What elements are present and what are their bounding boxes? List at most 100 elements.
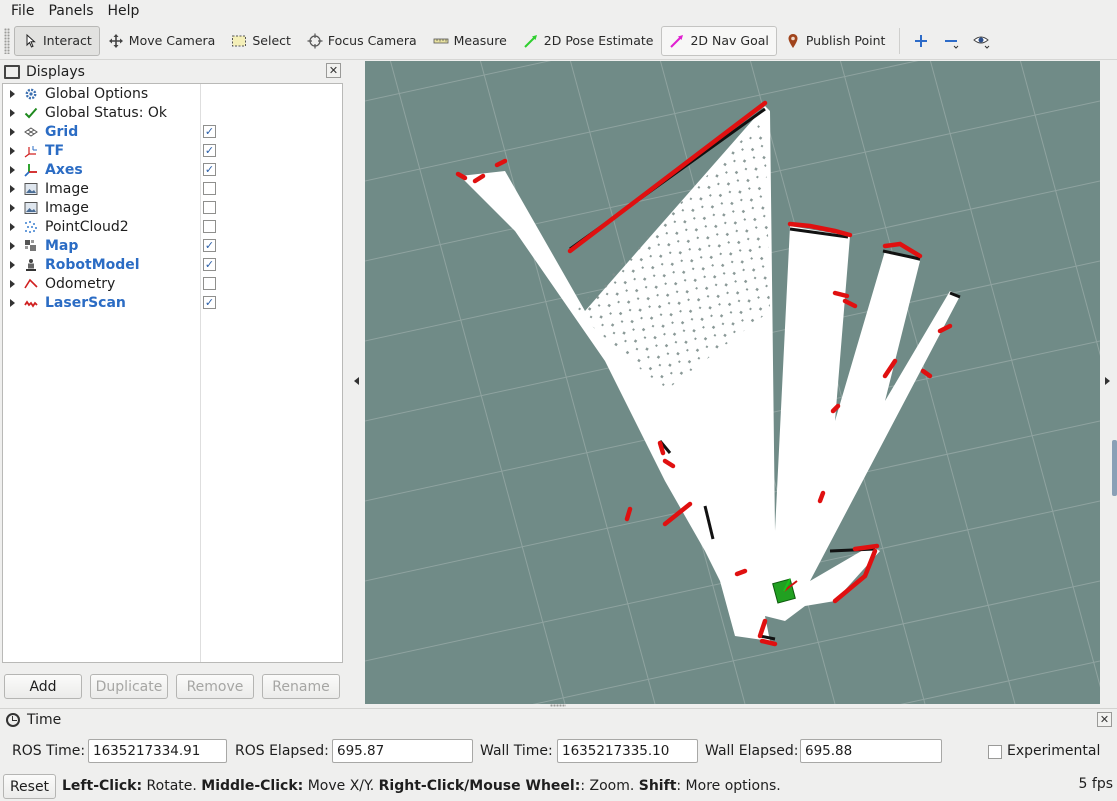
fps-indicator: 5 fps: [1078, 776, 1113, 792]
odometry-checkbox[interactable]: [203, 277, 216, 290]
display-row-robotmodel[interactable]: RobotModel ✓: [3, 255, 342, 274]
display-row-grid[interactable]: Grid ✓: [3, 122, 342, 141]
toolbar-separator: [899, 27, 901, 54]
toolbar-grip[interactable]: [4, 27, 10, 54]
grid-icon: [23, 124, 39, 140]
crosshair-icon: [307, 33, 323, 49]
map-pin-icon: [785, 33, 801, 49]
expand-arrow-icon[interactable]: [10, 146, 15, 155]
display-row-tf[interactable]: TF ✓: [3, 141, 342, 160]
toolbar: Interact Move Camera Select Focus Camera…: [0, 22, 1117, 60]
display-row-global-options[interactable]: Global Options: [3, 84, 342, 103]
expand-arrow-icon[interactable]: [10, 241, 15, 250]
magenta-arrow-icon: [669, 33, 685, 49]
grid-checkbox[interactable]: ✓: [203, 125, 216, 138]
view-tool-button[interactable]: [966, 26, 996, 56]
add-tool-button[interactable]: [906, 26, 936, 56]
expand-arrow-icon[interactable]: [10, 203, 15, 212]
ros-elapsed-label: ROS Elapsed:: [235, 743, 329, 759]
display-row-image-1[interactable]: Image: [3, 179, 342, 198]
ros-time-field[interactable]: 1635217334.91: [88, 739, 227, 763]
ros-time-label: ROS Time:: [12, 743, 86, 759]
pointcloud2-checkbox[interactable]: [203, 220, 216, 233]
displays-tree: Global Options Global Status: Ok Grid ✓ …: [2, 83, 343, 663]
image-1-checkbox[interactable]: [203, 182, 216, 195]
select-box-icon: [231, 33, 247, 49]
measure-tool-button[interactable]: Measure: [425, 26, 515, 56]
ruler-icon: [433, 33, 449, 49]
minus-icon: [943, 33, 959, 49]
expand-arrow-icon[interactable]: [10, 108, 15, 117]
duplicate-display-button[interactable]: Duplicate: [90, 674, 168, 699]
tf-frames-icon: [23, 143, 39, 159]
display-row-global-status[interactable]: Global Status: Ok: [3, 103, 342, 122]
displays-title: Displays: [0, 61, 345, 83]
remove-display-button[interactable]: Remove: [176, 674, 254, 699]
point-cloud-icon: [23, 219, 39, 235]
monitor-icon: [4, 65, 20, 79]
remove-tool-button[interactable]: [936, 26, 966, 56]
expand-arrow-icon[interactable]: [10, 279, 15, 288]
ros-elapsed-field[interactable]: 695.87: [332, 739, 473, 763]
image-icon: [23, 181, 39, 197]
select-tool-button[interactable]: Select: [223, 26, 299, 56]
add-display-button[interactable]: Add: [4, 674, 82, 699]
wall-time-label: Wall Time:: [480, 743, 553, 759]
image-2-checkbox[interactable]: [203, 201, 216, 214]
focus-camera-tool-button[interactable]: Focus Camera: [299, 26, 425, 56]
menu-panels[interactable]: Panels: [41, 3, 100, 19]
render-viewport[interactable]: [365, 61, 1100, 704]
time-panel: Time ✕ ROS Time: 1635217334.91 ROS Elaps…: [0, 708, 1117, 770]
display-row-pointcloud2[interactable]: PointCloud2: [3, 217, 342, 236]
image-icon: [23, 200, 39, 216]
status-bar: Reset Left-Click: Rotate. Middle-Click: …: [0, 772, 1117, 801]
interact-tool-button[interactable]: Interact: [14, 25, 100, 56]
axes-icon: [23, 162, 39, 178]
move-icon: [108, 33, 124, 49]
robot-icon: [23, 257, 39, 273]
odometry-icon: [23, 276, 39, 292]
move-camera-tool-button[interactable]: Move Camera: [100, 26, 224, 56]
expand-arrow-icon[interactable]: [10, 184, 15, 193]
pose-estimate-tool-button[interactable]: 2D Pose Estimate: [515, 26, 662, 56]
nav-goal-tool-button[interactable]: 2D Nav Goal: [661, 25, 777, 56]
eye-icon: [973, 33, 990, 49]
right-scroll-indicator[interactable]: [1112, 440, 1117, 496]
display-row-map[interactable]: Map ✓: [3, 236, 342, 255]
wall-elapsed-label: Wall Elapsed:: [705, 743, 799, 759]
expand-arrow-icon[interactable]: [10, 260, 15, 269]
map-checkbox[interactable]: ✓: [203, 239, 216, 252]
checkmark-icon: [23, 105, 39, 121]
experimental-checkbox[interactable]: [988, 745, 1002, 759]
menu-file[interactable]: File: [4, 3, 41, 19]
expand-arrow-icon[interactable]: [10, 298, 15, 307]
display-row-image-2[interactable]: Image: [3, 198, 342, 217]
expand-arrow-icon[interactable]: [10, 222, 15, 231]
map-render[interactable]: [365, 61, 1100, 704]
tf-checkbox[interactable]: ✓: [203, 144, 216, 157]
plus-icon: [913, 33, 929, 49]
time-close-button[interactable]: ✕: [1097, 712, 1112, 727]
menu-help[interactable]: Help: [101, 3, 147, 19]
cursor-icon: [22, 33, 38, 49]
expand-arrow-icon[interactable]: [10, 127, 15, 136]
reset-button[interactable]: Reset: [3, 774, 56, 799]
left-splitter-handle[interactable]: [354, 377, 359, 385]
display-row-axes[interactable]: Axes ✓: [3, 160, 342, 179]
time-panel-title: Time: [6, 712, 61, 728]
publish-point-tool-button[interactable]: Publish Point: [777, 26, 894, 56]
right-splitter-handle[interactable]: [1105, 377, 1110, 385]
display-row-odometry[interactable]: Odometry: [3, 274, 342, 293]
axes-checkbox[interactable]: ✓: [203, 163, 216, 176]
robotmodel-checkbox[interactable]: ✓: [203, 258, 216, 271]
expand-arrow-icon[interactable]: [10, 89, 15, 98]
rename-display-button[interactable]: Rename: [262, 674, 340, 699]
wall-elapsed-field[interactable]: 695.88: [800, 739, 942, 763]
wall-time-field[interactable]: 1635217335.10: [557, 739, 698, 763]
displays-close-button[interactable]: ✕: [326, 63, 341, 78]
laserscan-checkbox[interactable]: ✓: [203, 296, 216, 309]
expand-arrow-icon[interactable]: [10, 165, 15, 174]
viewport-resize-grip[interactable]: [550, 704, 566, 707]
display-row-laserscan[interactable]: LaserScan ✓: [3, 293, 342, 312]
laser-scan-icon: [23, 295, 39, 311]
